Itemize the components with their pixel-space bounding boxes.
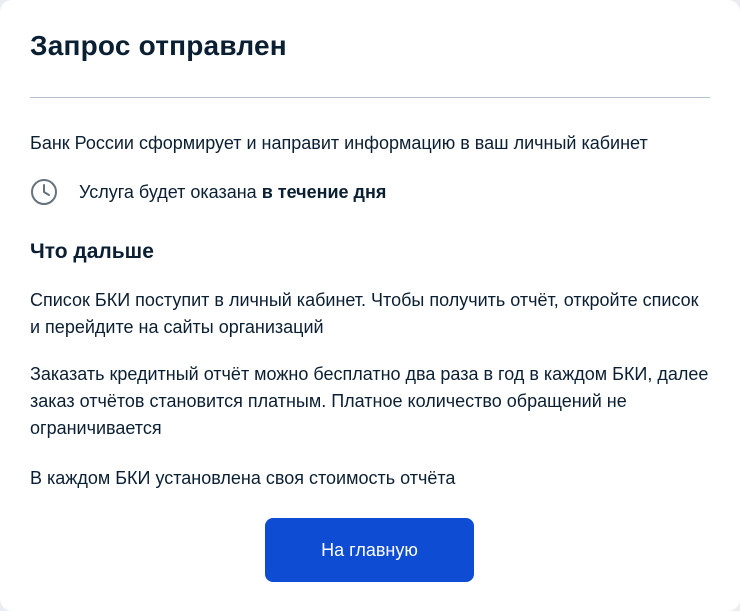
divider: [30, 97, 710, 98]
service-duration-value: в течение дня: [261, 182, 387, 202]
service-duration-prefix: Услуга будет оказана: [79, 182, 262, 202]
page-title: Запрос отправлен: [30, 30, 287, 61]
info-text: Банк России сформирует и направит информ…: [30, 133, 648, 153]
next-steps-paragraph: Заказать кредитный отчёт можно бесплатно…: [30, 364, 709, 438]
next-steps-paragraph: Список БКИ поступит в личный кабинет. Чт…: [30, 290, 699, 337]
service-duration-text: Услуга будет оказана в течение дня: [79, 179, 386, 205]
next-steps-title: Что дальше: [30, 240, 154, 263]
next-steps-paragraph: В каждом БКИ установлена своя стоимость …: [30, 468, 456, 488]
home-button[interactable]: На главную: [265, 518, 474, 582]
result-card: Запрос отправлен Банк России сформирует …: [0, 0, 740, 611]
service-duration: Услуга будет оказана в течение дня: [30, 176, 386, 208]
clock-icon: [30, 178, 58, 206]
